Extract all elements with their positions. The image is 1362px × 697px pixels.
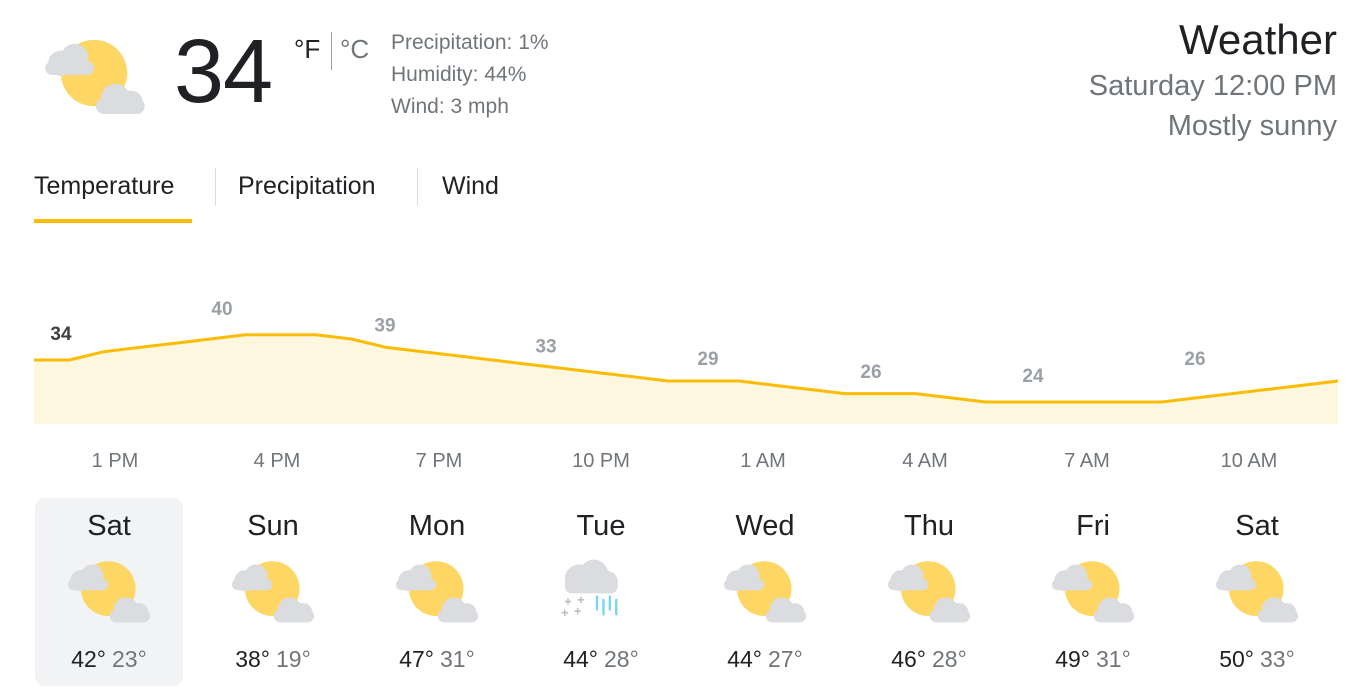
partly-cloudy-icon xyxy=(395,561,479,623)
day-temperatures: 46° 28° xyxy=(855,646,1003,673)
time-label: 7 PM xyxy=(415,450,463,472)
tab-divider xyxy=(417,168,418,206)
precipitation-detail: Precipitation: 1% xyxy=(391,31,549,54)
partly-cloudy-icon xyxy=(887,561,971,623)
snow-rain-icon xyxy=(560,558,620,618)
chart-value-label: 33 xyxy=(535,337,556,358)
partly-cloudy-icon xyxy=(67,561,151,623)
tab-wind[interactable]: Wind xyxy=(442,172,499,201)
high-temp: 44° xyxy=(727,646,762,672)
day-name: Tue xyxy=(576,510,626,542)
day-temperatures: 50° 33° xyxy=(1183,646,1331,673)
forecast-day[interactable]: Tue 44° 28° xyxy=(527,498,675,686)
day-name: Wed xyxy=(735,510,795,542)
tab-active-indicator xyxy=(34,219,192,223)
forecast-day[interactable]: Fri 49° 31° xyxy=(1019,498,1167,686)
current-temperature: 34 xyxy=(174,22,273,122)
high-temp: 49° xyxy=(1055,646,1090,672)
time-label: 4 AM xyxy=(902,450,948,472)
low-temp: 28° xyxy=(604,646,639,672)
chart-value-label: 26 xyxy=(1184,349,1205,370)
chart-value-label: 34 xyxy=(50,324,72,345)
high-temp: 46° xyxy=(891,646,926,672)
forecast-day[interactable]: Wed 44° 27° xyxy=(691,498,839,686)
partly-cloudy-icon xyxy=(1215,561,1299,623)
low-temp: 23° xyxy=(112,646,147,672)
partly-cloudy-icon xyxy=(723,561,807,623)
humidity-detail: Humidity: 44% xyxy=(391,63,527,86)
tab-divider xyxy=(215,168,216,206)
day-name: Sun xyxy=(247,510,299,542)
partly-cloudy-icon xyxy=(231,561,315,623)
weather-condition: Mostly sunny xyxy=(1167,110,1337,142)
day-temperatures: 38° 19° xyxy=(199,646,347,673)
celsius-toggle[interactable]: °C xyxy=(340,34,369,65)
day-temperatures: 44° 27° xyxy=(691,646,839,673)
high-temp: 50° xyxy=(1219,646,1254,672)
low-temp: 19° xyxy=(276,646,311,672)
fahrenheit-toggle[interactable]: °F xyxy=(294,34,320,65)
day-name: Mon xyxy=(408,510,466,542)
high-temp: 44° xyxy=(563,646,598,672)
high-temp: 38° xyxy=(235,646,270,672)
wind-detail: Wind: 3 mph xyxy=(391,95,509,118)
forecast-day[interactable]: Thu 46° 28° xyxy=(855,498,1003,686)
chart-value-label: 29 xyxy=(697,349,718,370)
tab-precipitation[interactable]: Precipitation xyxy=(238,172,376,201)
day-temperatures: 44° 28° xyxy=(527,646,675,673)
low-temp: 31° xyxy=(440,646,475,672)
chart-value-label: 39 xyxy=(374,316,395,337)
partly-cloudy-icon xyxy=(1051,561,1135,623)
low-temp: 31° xyxy=(1096,646,1131,672)
time-label: 1 PM xyxy=(91,450,139,472)
time-label: 10 PM xyxy=(572,450,630,472)
time-label: 10 AM xyxy=(1220,450,1278,472)
time-label: 1 AM xyxy=(740,450,786,472)
day-temperatures: 47° 31° xyxy=(363,646,511,673)
low-temp: 33° xyxy=(1260,646,1295,672)
day-temperatures: 42° 23° xyxy=(35,646,183,673)
day-name: Sat xyxy=(87,510,131,542)
temperature-chart: 34 40 39 33 29 26 24 26 xyxy=(34,299,1339,424)
chart-value-label: 24 xyxy=(1022,366,1044,387)
low-temp: 27° xyxy=(768,646,803,672)
day-name: Sat xyxy=(1235,510,1279,542)
forecast-day[interactable]: Sat 42° 23° xyxy=(35,498,183,686)
day-name: Thu xyxy=(904,510,954,542)
weather-title: Weather xyxy=(1179,16,1337,63)
day-temperatures: 49° 31° xyxy=(1019,646,1167,673)
unit-separator xyxy=(331,32,332,70)
high-temp: 42° xyxy=(71,646,106,672)
low-temp: 28° xyxy=(932,646,967,672)
high-temp: 47° xyxy=(399,646,434,672)
time-label: 7 AM xyxy=(1064,450,1110,472)
time-label: 4 PM xyxy=(253,450,301,472)
tab-temperature[interactable]: Temperature xyxy=(34,172,174,201)
chart-value-label: 26 xyxy=(860,362,881,383)
forecast-day[interactable]: Sun 38° 19° xyxy=(199,498,347,686)
date-time: Saturday 12:00 PM xyxy=(1088,70,1337,102)
forecast-day[interactable]: Mon 47° 31° xyxy=(363,498,511,686)
day-name: Fri xyxy=(1076,510,1110,542)
chart-value-label: 40 xyxy=(211,299,232,320)
partly-cloudy-icon xyxy=(45,39,145,115)
forecast-day[interactable]: Sat 50° 33° xyxy=(1183,498,1331,686)
temperature-area xyxy=(34,334,1338,424)
